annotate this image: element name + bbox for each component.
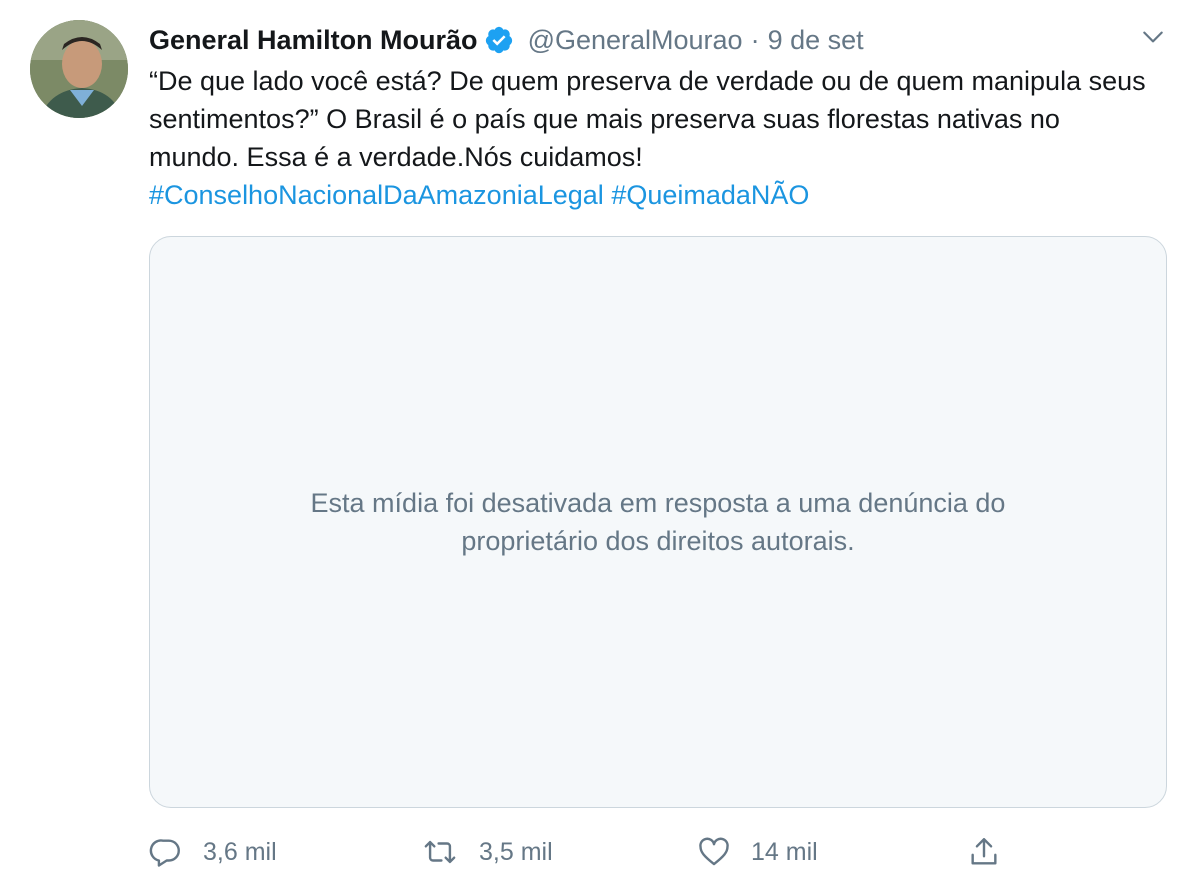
tweet-body: “De que lado você está? De quem preserva… xyxy=(149,62,1149,214)
hashtag-link[interactable]: #ConselhoNacionalDaAmazoniaLegal xyxy=(149,180,604,210)
tweet: General Hamilton Mourão @GeneralMourao ·… xyxy=(0,0,1200,885)
media-message-line: proprietário dos direitos autorais. xyxy=(461,526,855,556)
hashtag-list: #ConselhoNacionalDaAmazoniaLegal #Queima… xyxy=(149,176,1149,214)
author-handle[interactable]: @GeneralMourao xyxy=(528,25,743,56)
retweet-count: 3,5 mil xyxy=(479,837,553,866)
share-button[interactable] xyxy=(967,832,1001,872)
like-count: 14 mil xyxy=(751,837,818,866)
like-button[interactable]: 14 mil xyxy=(697,832,818,872)
hashtag-link[interactable]: #QueimadaNÃO xyxy=(611,180,809,210)
reply-button[interactable]: 3,6 mil xyxy=(149,832,277,872)
reply-icon xyxy=(149,835,183,869)
tweet-header: General Hamilton Mourão @GeneralMourao ·… xyxy=(149,20,864,60)
chevron-down-icon[interactable] xyxy=(1140,24,1166,50)
tweet-text: “De que lado você está? De quem preserva… xyxy=(149,66,1146,172)
tweet-actions: 3,6 mil 3,5 mil 14 mil xyxy=(149,832,1167,872)
retweet-icon xyxy=(421,835,459,869)
heart-icon xyxy=(697,835,731,869)
media-message-line: Esta mídia foi desativada em resposta a … xyxy=(310,488,1006,518)
verified-badge-icon xyxy=(484,25,514,55)
avatar[interactable] xyxy=(30,20,128,118)
reply-count: 3,6 mil xyxy=(203,837,277,866)
tweet-timestamp[interactable]: 9 de set xyxy=(768,25,864,56)
share-icon xyxy=(967,835,1001,869)
separator-dot: · xyxy=(750,24,760,55)
retweet-button[interactable]: 3,5 mil xyxy=(421,832,553,872)
media-disabled-message: Esta mídia foi desativada em resposta a … xyxy=(248,484,1068,560)
author-name[interactable]: General Hamilton Mourão xyxy=(149,25,478,56)
media-placeholder: Esta mídia foi desativada em resposta a … xyxy=(149,236,1167,808)
